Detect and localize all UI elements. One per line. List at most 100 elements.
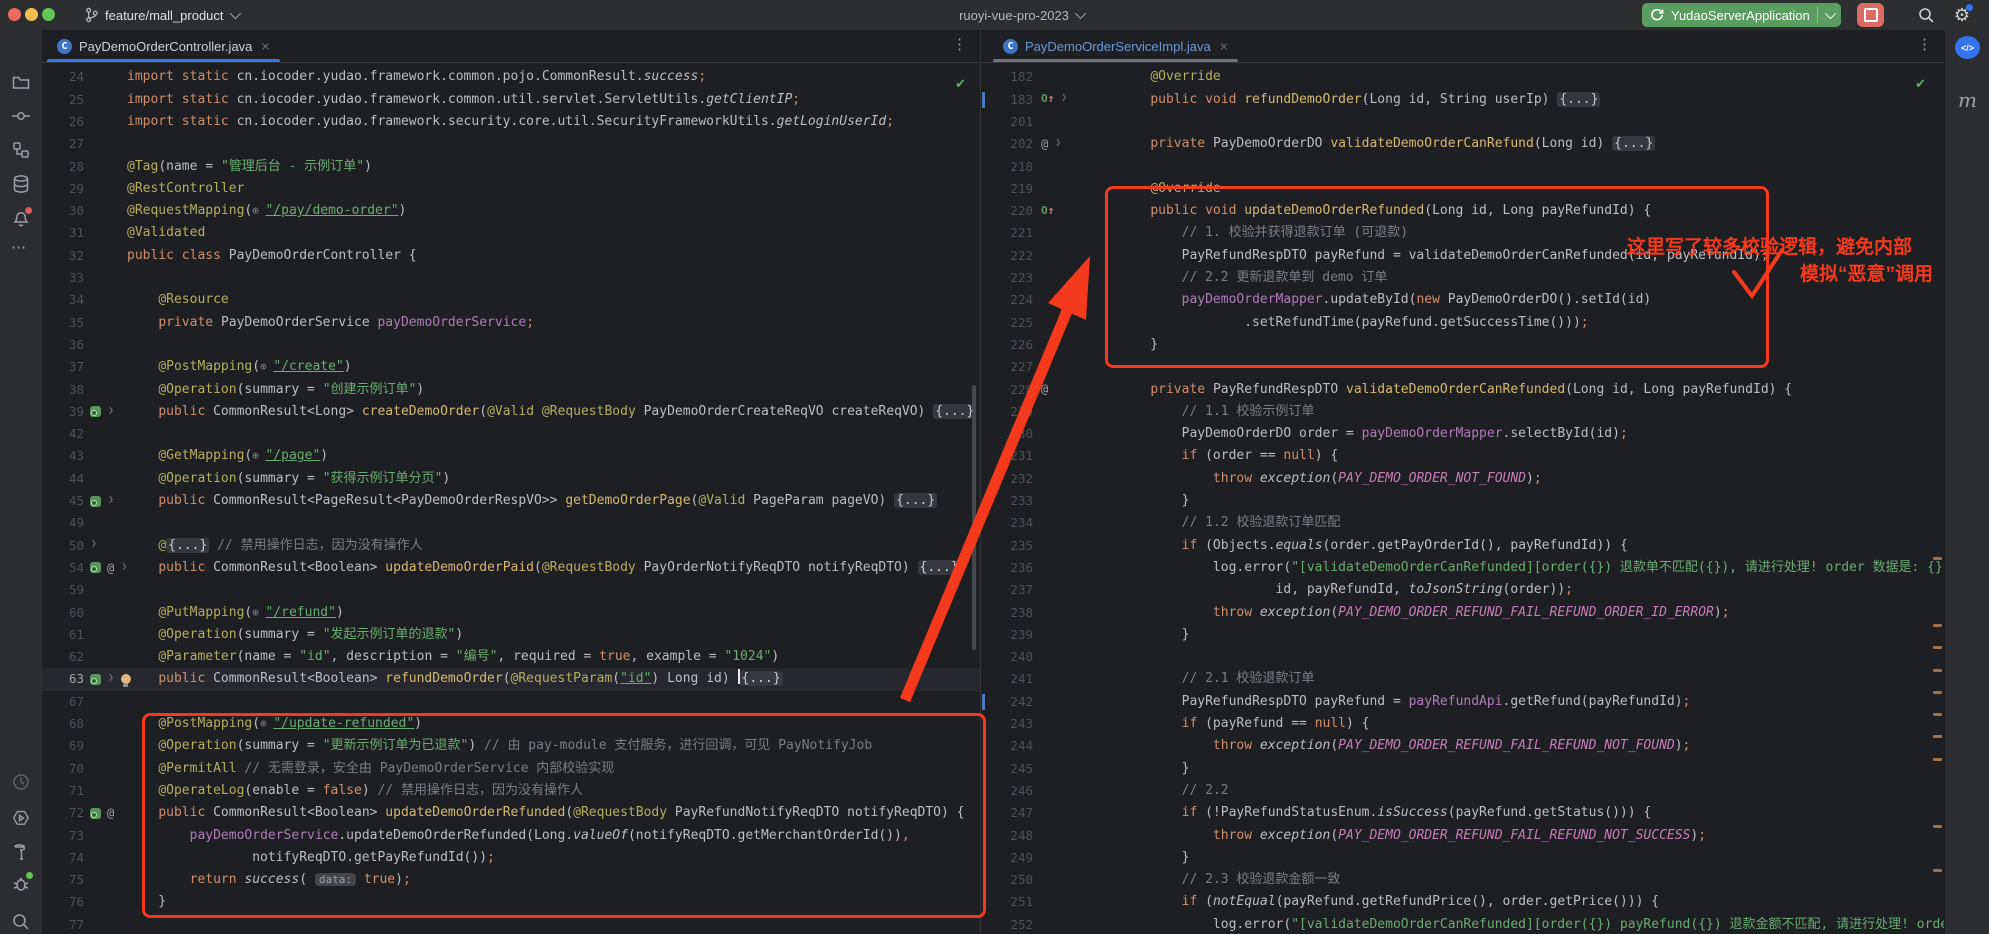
line-number[interactable]: 70 (48, 758, 84, 780)
project-folder-icon[interactable] (11, 72, 31, 92)
code-line-28[interactable]: 28@Tag(name = "管理后台 - 示例订单") (42, 156, 980, 179)
tab-paydemoorderserviceimpl[interactable]: C PayDemoOrderServiceImpl.java × (993, 30, 1238, 62)
code-line-240[interactable]: 240 (981, 646, 1944, 669)
code-line-29[interactable]: 29@RestController (42, 178, 980, 201)
line-number[interactable]: 240 (989, 646, 1033, 668)
code-line-231[interactable]: 231 if (order == null) { (981, 445, 1944, 468)
code-line-251[interactable]: 251 if (notEqual(payRefund.getRefundPric… (981, 891, 1944, 914)
changed-line-mark[interactable] (1933, 691, 1942, 694)
line-number[interactable]: 234 (989, 512, 1033, 534)
code-line-233[interactable]: 233 } (981, 490, 1944, 513)
close-icon[interactable]: × (261, 38, 269, 54)
line-number[interactable]: 224 (989, 289, 1033, 311)
endpoint-icon[interactable] (90, 562, 101, 573)
line-number[interactable]: 54 (48, 557, 84, 579)
code-line-248[interactable]: 248 throw exception(PAY_DEMO_ORDER_REFUN… (981, 825, 1944, 848)
code-line-182[interactable]: 182 @Override (981, 66, 1944, 89)
code-line-249[interactable]: 249 } (981, 847, 1944, 870)
line-number[interactable]: 63 (48, 668, 84, 690)
line-number[interactable]: 226 (989, 334, 1033, 356)
code-line-45[interactable]: 45› public CommonResult<PageResult<PayDe… (42, 490, 980, 513)
line-number[interactable]: 233 (989, 490, 1033, 512)
code-line-236[interactable]: 236 log.error("[validateDemoOrderCanRefu… (981, 557, 1944, 580)
changed-line-mark[interactable] (1933, 825, 1942, 828)
line-number[interactable]: 239 (989, 624, 1033, 646)
changed-line-mark[interactable] (1933, 869, 1942, 872)
folded-code-chip[interactable]: {...} (740, 671, 783, 686)
line-number[interactable]: 61 (48, 624, 84, 646)
code-line-31[interactable]: 31@Validated (42, 222, 980, 245)
code-line-24[interactable]: 24import static cn.iocoder.yudao.framewo… (42, 66, 980, 89)
line-number[interactable]: 232 (989, 468, 1033, 490)
code-line-250[interactable]: 250 // 2.3 校验退款金额一致 (981, 869, 1944, 892)
line-number[interactable]: 76 (48, 891, 84, 913)
maximize-window-button[interactable] (42, 8, 55, 21)
line-number[interactable]: 72 (48, 802, 84, 824)
line-number[interactable]: 62 (48, 646, 84, 668)
line-number[interactable]: 243 (989, 713, 1033, 735)
line-number[interactable]: 252 (989, 914, 1033, 934)
line-number[interactable]: 75 (48, 869, 84, 891)
line-number[interactable]: 69 (48, 735, 84, 757)
line-number[interactable]: 25 (48, 89, 84, 111)
code-line-241[interactable]: 241 // 2.1 校验退款订单 (981, 668, 1944, 691)
line-number[interactable]: 74 (48, 847, 84, 869)
code-line-38[interactable]: 38 @Operation(summary = "创建示例订单") (42, 379, 980, 402)
find-icon[interactable] (11, 912, 31, 932)
code-line-218[interactable]: 218 (981, 156, 1944, 179)
close-icon[interactable]: × (1220, 38, 1228, 54)
tab-paydemoordercontroller[interactable]: C PayDemoOrderController.java × (47, 30, 280, 62)
line-number[interactable]: 248 (989, 825, 1033, 847)
line-number[interactable]: 237 (989, 579, 1033, 601)
code-line-247[interactable]: 247 if (!PayRefundStatusEnum.isSuccess(p… (981, 802, 1944, 825)
code-line-32[interactable]: 32public class PayDemoOrderController { (42, 245, 980, 268)
build-hammer-icon[interactable] (11, 842, 31, 862)
code-line-232[interactable]: 232 throw exception(PAY_DEMO_ORDER_NOT_F… (981, 468, 1944, 491)
line-number[interactable]: 251 (989, 891, 1033, 913)
annotated-icon[interactable]: @ (107, 802, 114, 824)
line-number[interactable]: 71 (48, 780, 84, 802)
code-line-239[interactable]: 239 } (981, 624, 1944, 647)
folded-code-chip[interactable]: {...} (1612, 136, 1655, 151)
scrollbar-thumb[interactable] (972, 385, 976, 650)
code-line-36[interactable]: 36 (42, 334, 980, 357)
line-number[interactable]: 202 (989, 133, 1033, 155)
endpoint-icon[interactable] (90, 808, 101, 819)
endpoint-icon[interactable] (90, 496, 101, 507)
close-window-button[interactable] (8, 8, 21, 21)
annotated-icon[interactable]: @ (1041, 378, 1048, 400)
code-line-237[interactable]: 237 id, payRefundId, toJsonString(order)… (981, 579, 1944, 602)
line-number[interactable]: 218 (989, 156, 1033, 178)
line-number[interactable]: 67 (48, 691, 84, 713)
changed-line-mark[interactable] (1933, 557, 1942, 560)
changed-line-mark[interactable] (1933, 646, 1942, 649)
code-line-235[interactable]: 235 if (Objects.equals(order.getPayOrder… (981, 535, 1944, 558)
settings-button[interactable]: ⚙ (1950, 3, 1974, 27)
code-line-34[interactable]: 34 @Resource (42, 289, 980, 312)
code-line-61[interactable]: 61 @Operation(summary = "发起示例订单的退款") (42, 624, 980, 647)
line-number[interactable]: 228 (989, 379, 1033, 401)
folded-code-chip[interactable]: {...} (918, 560, 961, 575)
database-icon[interactable] (11, 174, 31, 194)
endpoint-url-link[interactable]: "/pay/demo-order" (265, 203, 398, 218)
inspections-ok-icon[interactable]: ✔ (1915, 76, 1926, 92)
line-number[interactable]: 183 (989, 89, 1033, 111)
endpoint-url-link[interactable]: "/page" (265, 448, 320, 463)
code-line-60[interactable]: 60 @PutMapping(⊕ "/refund") (42, 602, 980, 625)
line-number[interactable]: 26 (48, 111, 84, 133)
line-number[interactable]: 236 (989, 557, 1033, 579)
override-icon[interactable]: O↑ (1041, 200, 1054, 222)
code-line-246[interactable]: 246 // 2.2 (981, 780, 1944, 803)
code-line-63[interactable]: 63› public CommonResult<Boolean> refundD… (42, 668, 980, 691)
folded-code-chip[interactable]: {...} (894, 493, 937, 508)
folded-code-chip[interactable]: {...} (166, 538, 209, 553)
code-line-230[interactable]: 230 PayDemoOrderDO order = payDemoOrderM… (981, 423, 1944, 446)
code-line-35[interactable]: 35 private PayDemoOrderService payDemoOr… (42, 312, 980, 335)
code-line-44[interactable]: 44 @Operation(summary = "获得示例订单分页") (42, 468, 980, 491)
code-line-39[interactable]: 39› public CommonResult<Long> createDemo… (42, 401, 980, 424)
endpoint-url-link[interactable]: "/refund" (265, 605, 335, 620)
line-number[interactable]: 43 (48, 445, 84, 467)
line-number[interactable]: 45 (48, 490, 84, 512)
line-number[interactable]: 34 (48, 289, 84, 311)
code-line-202[interactable]: 202@› private PayDemoOrderDO validateDem… (981, 133, 1944, 156)
